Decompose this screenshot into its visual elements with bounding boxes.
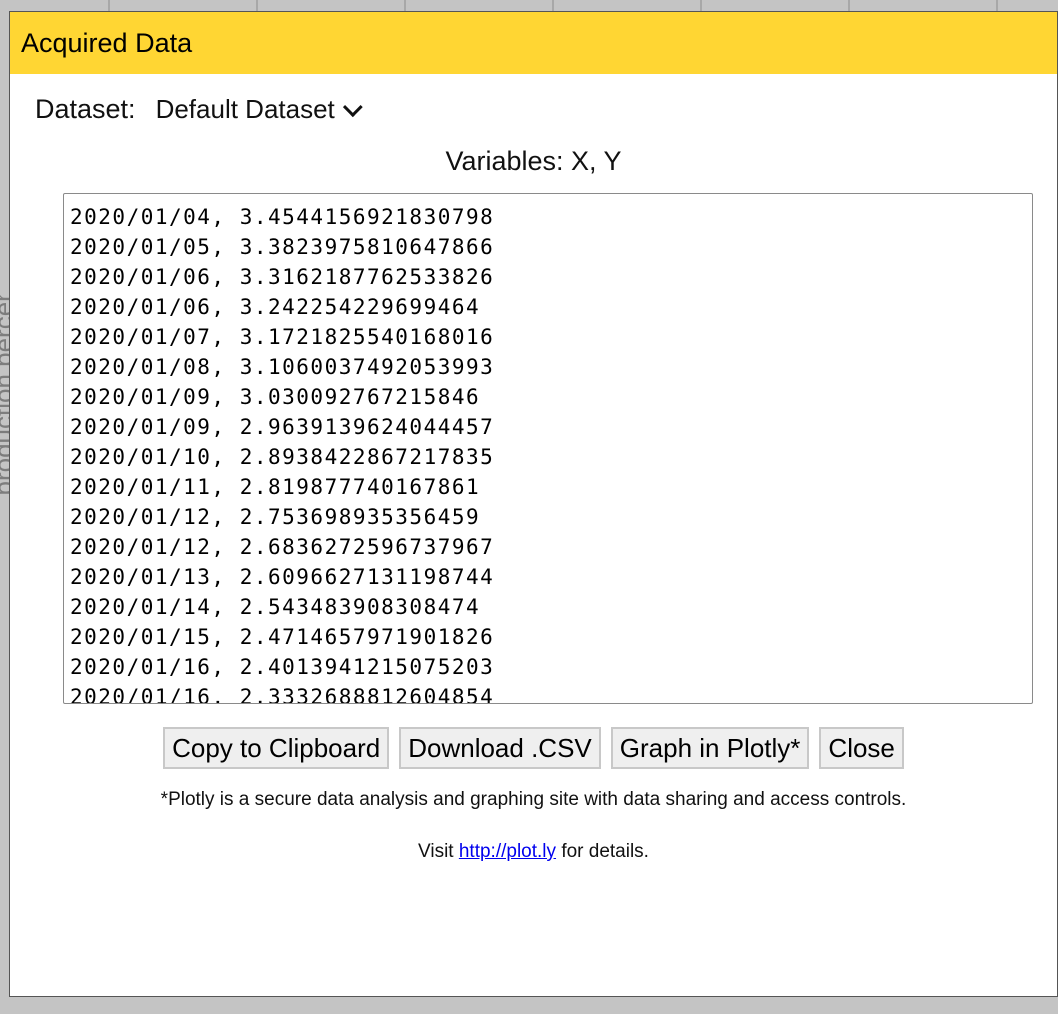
copy-to-clipboard-button[interactable]: Copy to Clipboard — [163, 727, 390, 769]
visit-suffix: for details. — [561, 841, 649, 862]
data-row: 2020/01/07, 3.1721825540168016 — [70, 325, 495, 349]
data-row: 2020/01/12, 2.753698935356459 — [70, 505, 481, 529]
chevron-down-icon — [342, 96, 363, 117]
visit-prefix: Visit — [418, 841, 454, 862]
data-row: 2020/01/06, 3.3162187762533826 — [70, 265, 495, 289]
data-row: 2020/01/16, 2.3332688812604854 — [70, 685, 495, 704]
data-row: 2020/01/15, 2.4714657971901826 — [70, 625, 495, 649]
close-button[interactable]: Close — [819, 727, 904, 769]
data-row: 2020/01/09, 2.9639139624044457 — [70, 415, 495, 439]
data-row: 2020/01/10, 2.8938422867217835 — [70, 445, 495, 469]
plotly-link[interactable]: http://plot.ly — [459, 841, 556, 862]
data-row: 2020/01/16, 2.4013941215075203 — [70, 655, 495, 679]
variables-label: Variables: X, Y — [445, 146, 622, 176]
button-row: Copy to Clipboard Download .CSV Graph in… — [10, 727, 1057, 769]
data-row: 2020/01/08, 3.1060037492053993 — [70, 355, 495, 379]
graph-in-plotly-button[interactable]: Graph in Plotly* — [610, 727, 810, 769]
dialog-title: Acquired Data — [21, 27, 193, 58]
plotly-note: *Plotly is a secure data analysis and gr… — [160, 789, 907, 810]
dialog-titlebar: Acquired Data — [10, 12, 1057, 74]
dataset-select-value: Default Dataset — [155, 94, 335, 124]
data-textarea[interactable]: 2020/01/04, 3.4544156921830798 2020/01/0… — [63, 193, 1033, 704]
dataset-row: Dataset: Default Dataset — [35, 94, 363, 125]
data-row: 2020/01/05, 3.3823975810647866 — [70, 235, 495, 259]
data-row: 2020/01/06, 3.242254229699464 — [70, 295, 481, 319]
data-row: 2020/01/11, 2.819877740167861 — [70, 475, 481, 499]
dataset-label: Dataset: — [35, 94, 136, 124]
data-row: 2020/01/12, 2.6836272596737967 — [70, 535, 495, 559]
dataset-select[interactable]: Default Dataset — [155, 94, 363, 125]
data-row: 2020/01/14, 2.543483908308474 — [70, 595, 481, 619]
data-row: 2020/01/09, 3.030092767215846 — [70, 385, 481, 409]
visit-line: Visit http://plot.ly for details. — [10, 841, 1057, 863]
data-row: 2020/01/04, 3.4544156921830798 — [70, 205, 495, 229]
acquired-data-dialog: Acquired Data Dataset: Default Dataset V… — [9, 11, 1058, 997]
download-csv-button[interactable]: Download .CSV — [399, 727, 601, 769]
data-row: 2020/01/13, 2.6096627131198744 — [70, 565, 495, 589]
